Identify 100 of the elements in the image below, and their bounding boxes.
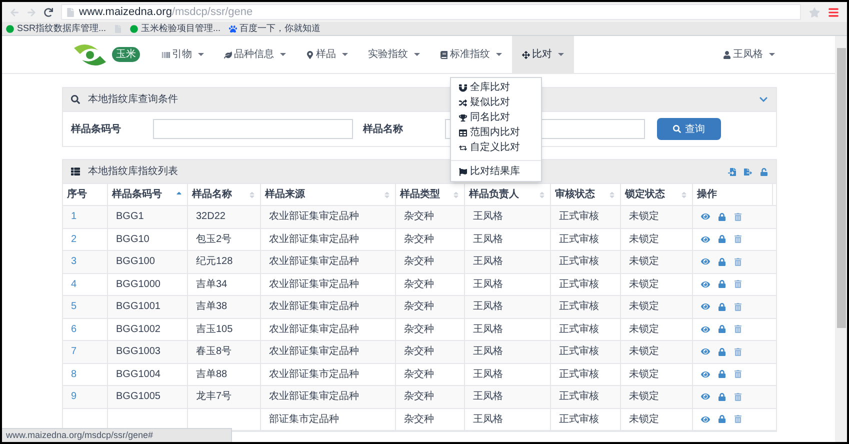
- table-cell-text: 王凤格: [473, 278, 503, 292]
- magnet-icon: [459, 84, 467, 92]
- nav-menu[interactable]: 样品: [296, 36, 358, 74]
- view-icon[interactable]: [701, 234, 710, 244]
- list-icon: [71, 167, 80, 176]
- menu-item[interactable]: 范围内比对: [451, 125, 541, 140]
- table-cell-text: 未锁定: [629, 322, 659, 337]
- lock-icon[interactable]: [718, 258, 726, 266]
- view-icon[interactable]: [701, 392, 710, 402]
- trash-icon[interactable]: [734, 348, 742, 356]
- trash-icon[interactable]: [734, 258, 742, 266]
- trash-icon[interactable]: [734, 235, 742, 244]
- column-header[interactable]: 样品名称: [188, 184, 261, 205]
- trash-icon[interactable]: [734, 212, 742, 221]
- menu-item[interactable]: 疑似比对: [451, 95, 541, 110]
- retweet-icon: [459, 144, 467, 152]
- trash-icon[interactable]: [734, 280, 742, 288]
- menu-item[interactable]: 比对结果库: [451, 164, 541, 179]
- field-label: 样品条码号: [70, 122, 122, 136]
- star-icon[interactable]: [809, 6, 820, 18]
- nav-menu[interactable]: 比对: [512, 36, 574, 74]
- table-cell-text: 2: [71, 232, 77, 247]
- table-cell-text: 正式审核: [559, 322, 599, 337]
- table-cell-text: 部证集市定品种: [269, 412, 339, 427]
- caret-icon: [198, 53, 204, 56]
- table-cell-text: 农业部证集市定品种: [269, 368, 359, 382]
- column-header[interactable]: 样品条码号: [108, 184, 188, 205]
- table-cell-text: 9: [71, 390, 77, 404]
- view-icon[interactable]: [701, 280, 710, 289]
- lock-icon[interactable]: [718, 415, 726, 424]
- lock-icon[interactable]: [718, 235, 726, 244]
- lock-icon[interactable]: [718, 325, 726, 334]
- column-header[interactable]: 锁定状态: [621, 184, 693, 205]
- lock-icon[interactable]: [718, 302, 726, 311]
- column-header[interactable]: 样品来源: [261, 184, 396, 205]
- collapse-icon[interactable]: [759, 95, 768, 104]
- trash-icon[interactable]: [734, 325, 742, 334]
- table-cell-text: 农业部证集审定品种: [269, 232, 359, 247]
- unlock-icon[interactable]: [760, 168, 768, 176]
- table-cell-text: 杂交种: [404, 390, 434, 404]
- view-icon[interactable]: [701, 370, 710, 379]
- menu-item[interactable]: 自定义比对: [451, 140, 541, 155]
- trash-icon[interactable]: [734, 392, 742, 401]
- trash-icon[interactable]: [734, 415, 742, 424]
- column-header[interactable]: 样品负责人: [465, 184, 551, 205]
- caret-icon: [414, 53, 420, 56]
- lock-icon[interactable]: [718, 280, 726, 288]
- table-cell-text: 龙丰7号: [196, 390, 232, 404]
- column-header[interactable]: 样品类型: [396, 184, 465, 205]
- bookmark[interactable]: 百度一下，你就知道: [228, 22, 321, 36]
- column-header[interactable]: 序号: [63, 184, 108, 205]
- nav-menu[interactable]: 实验指纹: [358, 36, 430, 74]
- nav-menu[interactable]: 品种信息: [214, 36, 296, 74]
- nav-menu[interactable]: 标准指纹: [430, 36, 512, 74]
- bookmark[interactable]: SSR指纹数据库管理...: [6, 22, 106, 36]
- table-cell-text: 未锁定: [629, 300, 659, 314]
- view-icon[interactable]: [701, 414, 710, 424]
- input-field[interactable]: [153, 119, 353, 139]
- panel-title: 本地指纹库指纹列表: [88, 164, 178, 179]
- export-icon[interactable]: [744, 168, 752, 176]
- column-header[interactable]: 审核状态: [551, 184, 621, 205]
- page-icon: [66, 8, 75, 16]
- view-icon[interactable]: [701, 212, 710, 222]
- table-cell-text: 杂交种: [404, 232, 434, 247]
- reload-icon[interactable]: [44, 8, 53, 16]
- logo-icon: [72, 42, 108, 68]
- user-icon: [723, 50, 731, 58]
- lock-icon[interactable]: [718, 348, 726, 356]
- view-icon[interactable]: [701, 257, 710, 266]
- table-cell-text: 正式审核: [559, 232, 599, 247]
- panel-title: 本地指纹库查询条件: [88, 92, 178, 107]
- menu-item[interactable]: 同名比对: [451, 110, 541, 125]
- import-icon[interactable]: [728, 168, 736, 176]
- bookmark[interactable]: 玉米检验项目管理...: [130, 22, 221, 36]
- address-field[interactable]: www.maizedna.org/msdcp/ssr/gene: [61, 4, 801, 20]
- sort-icon: [538, 190, 546, 198]
- table-cell-text: BGG1001: [116, 300, 160, 314]
- view-icon[interactable]: [701, 302, 710, 312]
- search-button[interactable]: 查询: [657, 118, 721, 140]
- nav-menu[interactable]: 引物: [152, 36, 214, 74]
- column-header[interactable]: 操作: [693, 184, 773, 205]
- table-cell-text: 正式审核: [559, 344, 599, 360]
- table-cell-text: 农业部证集审定品种: [269, 278, 359, 292]
- trash-icon[interactable]: [734, 370, 742, 378]
- user-menu[interactable]: 王凤格: [723, 47, 775, 62]
- scrollbar[interactable]: [835, 36, 847, 442]
- lock-icon[interactable]: [718, 212, 726, 221]
- table-cell-text: 1: [71, 210, 77, 224]
- trash-icon[interactable]: [734, 302, 742, 311]
- lock-icon[interactable]: [718, 392, 726, 401]
- menu-icon[interactable]: [828, 6, 839, 18]
- caret-icon: [496, 53, 502, 56]
- lock-icon[interactable]: [718, 370, 726, 378]
- leaf-icon: [224, 50, 232, 58]
- table-cell-text: 杂交种: [404, 344, 434, 360]
- sort-icon: [608, 190, 616, 198]
- view-icon[interactable]: [701, 324, 710, 334]
- menu-item[interactable]: 全库比对: [451, 80, 541, 95]
- table-cell-text: 农业部证集审定品种: [269, 322, 359, 337]
- view-icon[interactable]: [701, 347, 710, 356]
